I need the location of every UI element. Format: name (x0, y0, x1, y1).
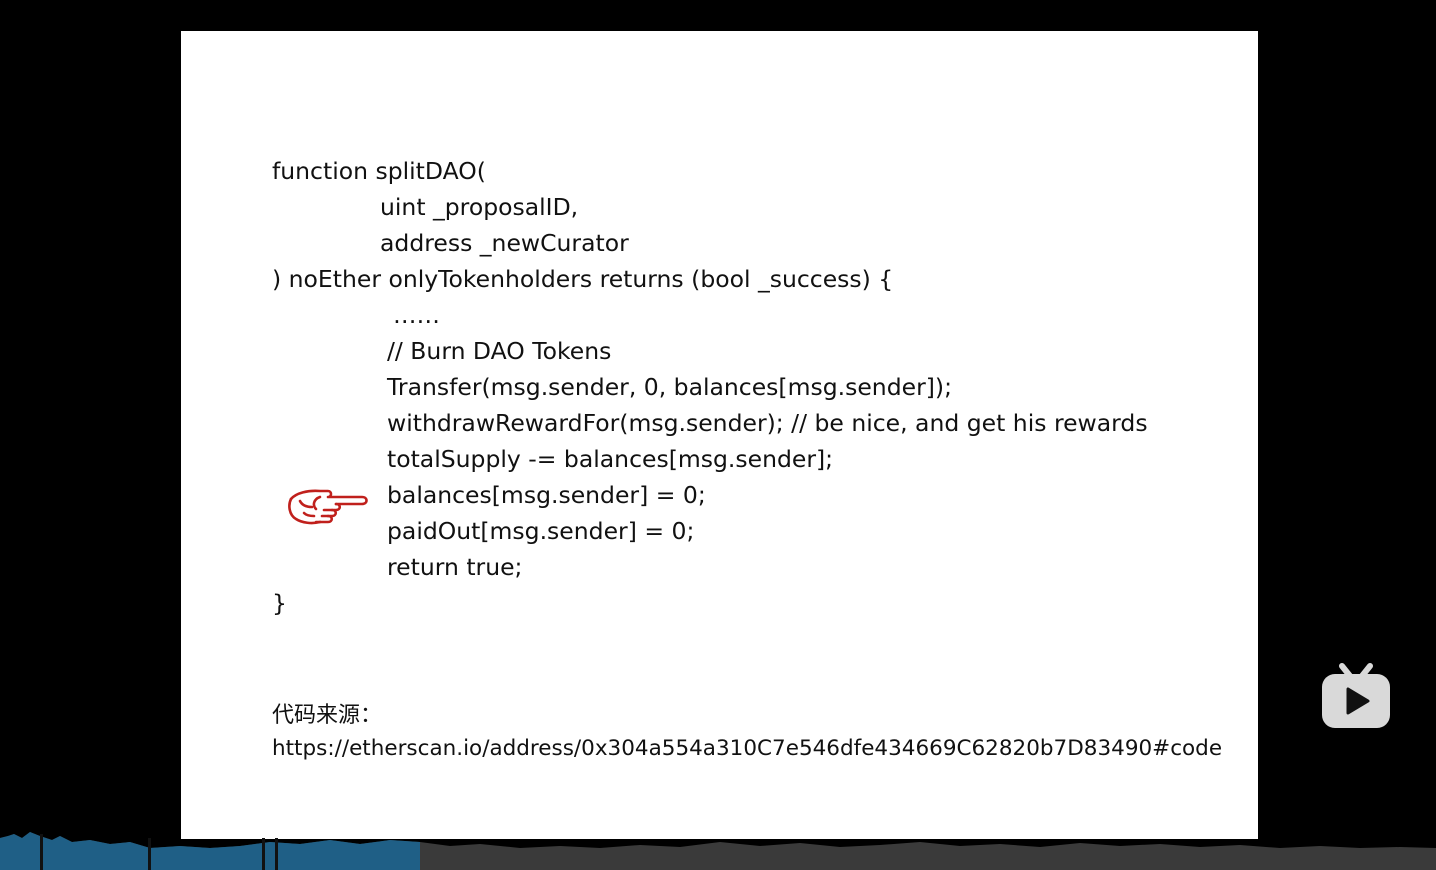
code-line: // Burn DAO Tokens (387, 337, 612, 365)
code-line: function splitDAO( (272, 157, 486, 185)
code-line: return true; (387, 553, 523, 581)
source-citation: 代码来源： https://etherscan.io/address/0x304… (272, 699, 1222, 765)
code-line: paidOut[msg.sender] = 0; (387, 517, 695, 545)
source-label: 代码来源： (272, 703, 383, 728)
code-block: function splitDAO( uint _proposalID, add… (272, 153, 1148, 621)
code-line: address _newCurator (380, 229, 629, 257)
video-player[interactable]: function splitDAO( uint _proposalID, add… (0, 0, 1436, 870)
pointing-hand-icon (288, 489, 368, 525)
code-line: totalSupply -= balances[msg.sender]; (387, 445, 834, 473)
bilibili-tv-icon[interactable] (1320, 662, 1392, 730)
code-line: uint _proposalID, (380, 193, 579, 221)
source-url: https://etherscan.io/address/0x304a554a3… (272, 736, 1223, 761)
code-line: ) noEther onlyTokenholders returns (bool… (272, 265, 894, 293)
code-line: Transfer(msg.sender, 0, balances[msg.sen… (387, 373, 952, 401)
code-line: } (272, 589, 287, 617)
presentation-slide: function splitDAO( uint _proposalID, add… (181, 31, 1258, 839)
code-line: withdrawRewardFor(msg.sender); // be nic… (387, 409, 1148, 437)
code-line: …… (393, 301, 440, 329)
progress-bar[interactable] (0, 830, 1436, 870)
code-line-highlighted: balances[msg.sender] = 0; (387, 481, 706, 509)
